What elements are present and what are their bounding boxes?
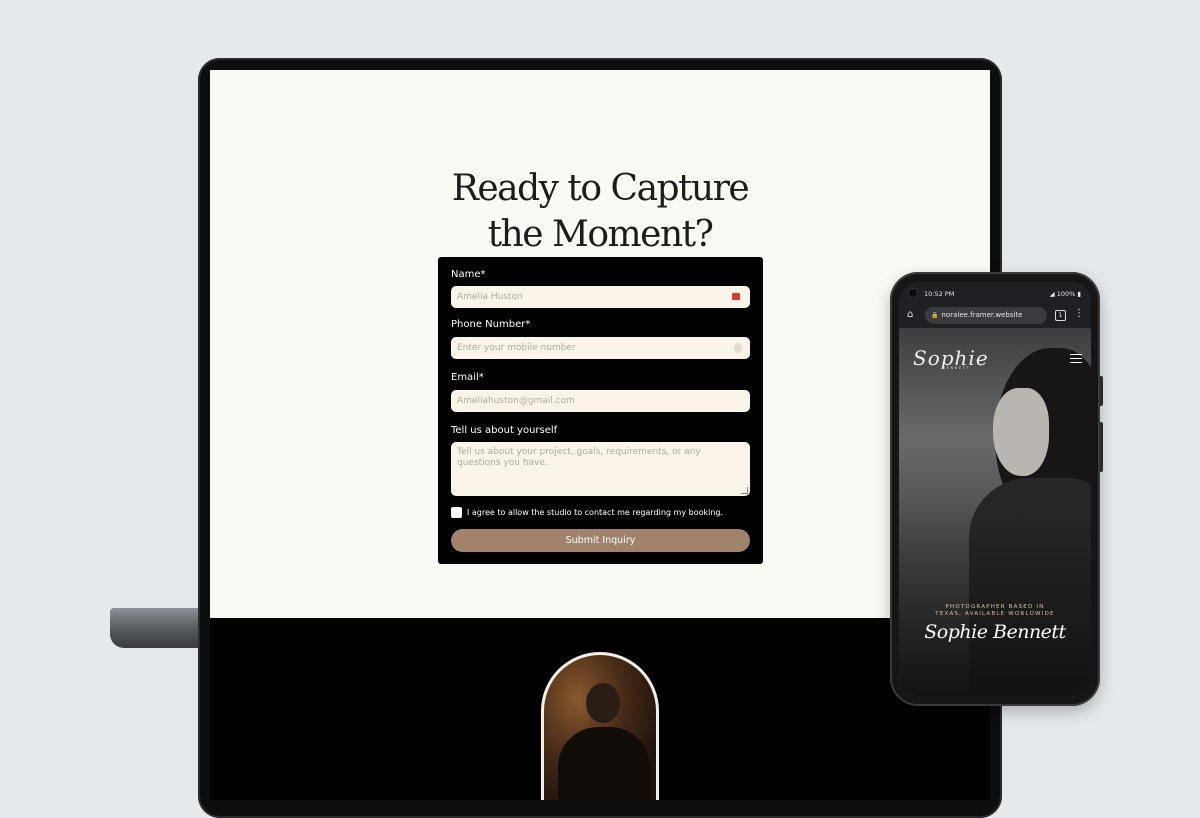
portrait-head-shape [586, 683, 620, 723]
consent-label: I agree to allow the studio to contact m… [467, 508, 724, 517]
about-label: Tell us about yourself [451, 425, 558, 436]
about-textarea-placeholder: Tell us about your project, goals, requi… [457, 447, 701, 468]
email-field[interactable]: Ameliahuston@gmail.com [451, 390, 750, 412]
phone-side-button [1100, 376, 1103, 406]
hero-name: Sophie Bennett [924, 621, 1066, 643]
hamburger-menu-icon[interactable] [1070, 354, 1082, 363]
name-field[interactable]: Amelia Huston [451, 286, 750, 308]
stepper-icon[interactable] [734, 343, 742, 353]
email-field-value: Ameliahuston@gmail.com [457, 396, 575, 406]
consent-checkbox[interactable] [451, 507, 462, 518]
lock-icon: 🔒 [931, 312, 939, 319]
laptop-base [110, 608, 212, 648]
autofill-icon[interactable] [732, 293, 740, 300]
status-time: 10:52 PM [924, 290, 955, 298]
front-camera-icon [909, 289, 917, 297]
status-bar: 10:52 PM ◢ 100% ▮ [899, 282, 1091, 304]
hero-photo-shade [899, 508, 1091, 696]
arch-portrait-photo [541, 652, 659, 800]
portrait-body-shape [558, 727, 650, 800]
tagline-line-1: PHOTOGRAPHER BASED IN [945, 604, 1045, 610]
tagline-line-2: TEXAS, AVAILABLE WORLDWIDE [935, 611, 1055, 617]
status-battery: ◢ 100% ▮ [1049, 290, 1081, 298]
url-text: noralee.framer.website [941, 311, 1023, 319]
email-label: Email* [451, 372, 484, 383]
url-field[interactable]: 🔒 noralee.framer.website [925, 307, 1047, 324]
name-label: Name* [451, 269, 486, 280]
phone-label: Phone Number* [451, 319, 531, 330]
more-menu-icon[interactable]: ⋮ [1074, 308, 1084, 320]
browser-toolbar: ⌂ 🔒 noralee.framer.website 1 ⋮ [899, 304, 1091, 328]
phone-field[interactable]: Enter your mobile number [451, 337, 750, 359]
laptop-screen: Ready to Capture the Moment? Name* Ameli… [210, 70, 990, 800]
hero-photo-face [993, 388, 1049, 476]
page-headline: Ready to Capture the Moment? [210, 166, 990, 258]
name-field-value: Amelia Huston [457, 292, 523, 302]
site-logo-subtitle: BENNETT [943, 366, 970, 370]
about-textarea[interactable]: Tell us about your project, goals, requi… [451, 442, 750, 496]
inquiry-form: Name* Amelia Huston Phone Number* Enter … [438, 257, 763, 564]
phone-volume-button [1100, 422, 1103, 472]
battery-level: 100% [1056, 290, 1076, 298]
phone-device: 10:52 PM ◢ 100% ▮ ⌂ 🔒 noralee.framer.webs… [890, 272, 1103, 706]
phone-screen: 10:52 PM ◢ 100% ▮ ⌂ 🔒 noralee.framer.webs… [899, 282, 1091, 696]
submit-inquiry-button[interactable]: Submit Inquiry [451, 529, 750, 552]
home-icon[interactable]: ⌂ [907, 310, 913, 320]
tabs-icon[interactable]: 1 [1055, 310, 1066, 321]
headline-line-2: the Moment? [487, 214, 714, 256]
hero-section: Sophie BENNETT PHOTOGRAPHER BASED IN TEX… [899, 328, 1091, 696]
resize-grip-icon[interactable] [741, 487, 748, 494]
headline-line-1: Ready to Capture [451, 168, 750, 210]
hero-tagline: PHOTOGRAPHER BASED IN TEXAS, AVAILABLE W… [899, 604, 1091, 618]
phone-field-placeholder: Enter your mobile number [457, 343, 576, 353]
